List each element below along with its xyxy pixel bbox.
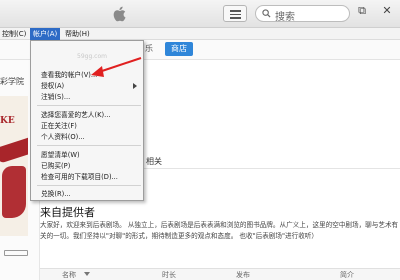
episode-table-header: 名称 时长 发布 简介 xyxy=(40,268,400,280)
column-release[interactable]: 发布 xyxy=(236,270,250,280)
menu-separator xyxy=(37,185,141,186)
search-placeholder: 搜索 xyxy=(275,12,295,23)
annotation-arrow-icon xyxy=(91,57,142,77)
sidebar-partial-label: 彩学院 xyxy=(0,77,24,86)
poster-text: KE xyxy=(0,116,15,126)
menu-item-purchased[interactable]: 已购买(P) xyxy=(31,161,143,171)
tab-partial[interactable]: 乐 xyxy=(145,43,153,54)
search-icon xyxy=(262,9,271,18)
column-duration[interactable]: 时长 xyxy=(162,270,176,280)
sidebar-scroll-indicator xyxy=(4,250,28,256)
column-description[interactable]: 简介 xyxy=(340,270,354,280)
column-name[interactable]: 名称 xyxy=(62,270,76,280)
sort-triangle-icon[interactable] xyxy=(84,272,90,276)
menu-item-sign-out[interactable]: 注销(S)... xyxy=(31,92,143,102)
top-toolbar: 搜索 ⧉ ✕ xyxy=(0,0,400,28)
menu-item-check-downloads[interactable]: 检查可用的下载项目(D)... xyxy=(31,172,143,182)
menu-separator xyxy=(37,145,141,146)
menu-bar: 控制(C) 帐户(A) 帮助(H) xyxy=(0,28,400,40)
poster-brush-stroke xyxy=(2,166,26,218)
menu-item-profile[interactable]: 个人资料(O)... xyxy=(31,132,143,142)
menu-item-redeem[interactable]: 兑换(R)... xyxy=(31,189,143,199)
list-view-icon xyxy=(230,10,241,12)
menu-control[interactable]: 控制(C) xyxy=(2,28,26,40)
menu-account[interactable]: 帐户(A) xyxy=(30,28,60,40)
poster-brush-stroke xyxy=(0,136,28,164)
window-close-button[interactable]: ✕ xyxy=(380,4,394,18)
apple-logo-icon xyxy=(113,6,126,22)
menu-item-wishlist[interactable]: 愿望清单(W) xyxy=(31,150,143,160)
menu-help[interactable]: 帮助(H) xyxy=(65,28,90,40)
menu-separator xyxy=(37,105,141,106)
search-input[interactable]: 搜索 xyxy=(255,5,350,23)
menu-item-favorite-artists[interactable]: 选择您喜爱的艺人(K)... xyxy=(31,110,143,120)
list-view-button[interactable] xyxy=(223,5,247,22)
description-text: 大家好，欢迎来到后表剧场。 从独立上，后表剧场是后表表满和浏览的图书品牌。从广义… xyxy=(40,221,399,240)
tab-store[interactable]: 商店 xyxy=(165,42,193,56)
menu-item-following[interactable]: 正在关注(F) xyxy=(31,121,143,131)
podcast-artwork[interactable]: KE xyxy=(0,96,28,236)
window-restore-button[interactable]: ⧉ xyxy=(355,4,369,18)
provider-heading: 来自提供者 xyxy=(40,206,95,219)
related-tab[interactable]: 相关 xyxy=(146,156,162,167)
